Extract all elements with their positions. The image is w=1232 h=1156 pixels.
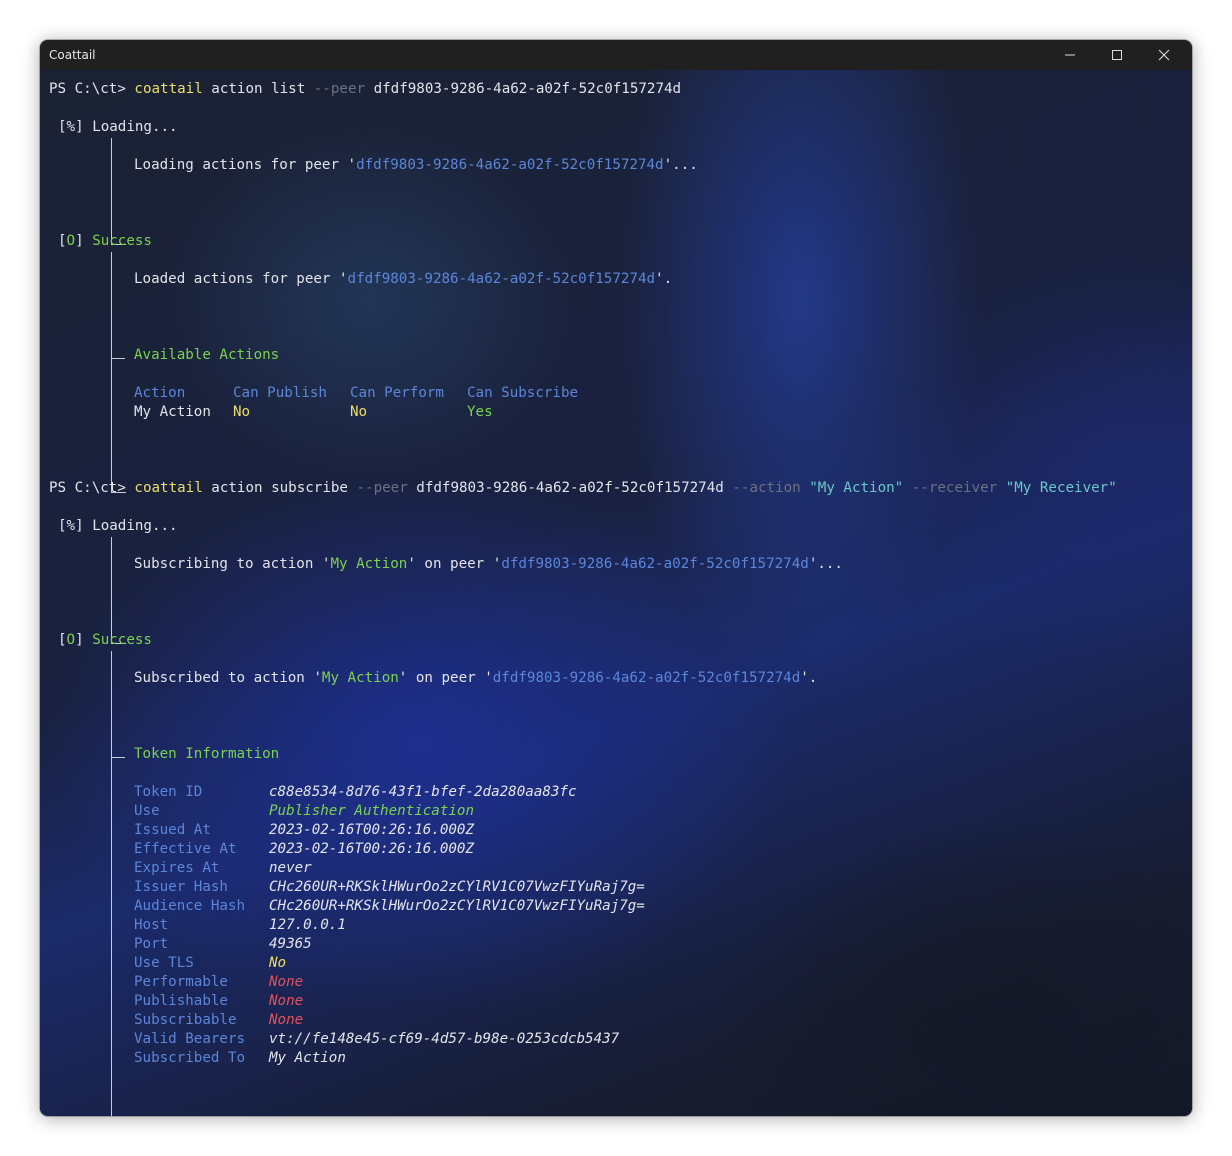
token-value: None — [269, 1012, 304, 1028]
maximize-button[interactable] — [1094, 40, 1140, 70]
token-key: Use TLS — [134, 955, 194, 971]
token-key: Issuer Hash — [134, 879, 228, 895]
success-status-line: [O] Success — [58, 632, 152, 648]
token-key: Publishable — [134, 993, 228, 1009]
token-key: Audience Hash — [134, 898, 246, 914]
section-title: Available Actions — [134, 347, 280, 363]
status-text: Loading... — [92, 119, 178, 135]
loading-icon: % — [66, 119, 76, 135]
loading-status-line: [%] Loading... — [58, 518, 178, 534]
peer-id-arg: dfdf9803-9286-4a62-a02f-52c0f157274d — [365, 81, 682, 97]
token-value: 2023-02-16T00:26:16.000Z — [269, 822, 474, 838]
block-frame — [111, 537, 126, 644]
prompt: PS C:\ct> — [49, 81, 135, 97]
loading-message: Loading actions for peer 'dfdf9803-9286-… — [134, 157, 698, 173]
window-title: Coattail — [49, 48, 96, 62]
token-value: never — [269, 860, 312, 876]
token-value: CHc260UR+RKSklHWurOo2zCYlRV1C07VwzFIYuRa… — [269, 898, 645, 914]
token-value: 127.0.0.1 — [269, 917, 346, 933]
token-key: Valid Bearers — [134, 1031, 246, 1047]
token-key: Token ID — [134, 784, 203, 800]
flag-action: --action — [732, 480, 801, 496]
close-button[interactable] — [1141, 40, 1187, 70]
status-text: Success — [92, 632, 152, 648]
close-icon — [1158, 49, 1170, 61]
token-value: c88e8534-8d76-43f1-bfef-2da280aa83fc — [269, 784, 577, 800]
success-icon: O — [66, 632, 76, 648]
success-status-line: [O] Success — [58, 233, 152, 249]
terminal-window: Coattail PS C:\ct> coattail action list … — [40, 40, 1192, 1116]
table-cell: Yes — [467, 404, 493, 420]
maximize-icon — [1112, 50, 1122, 60]
block-frame — [111, 138, 126, 245]
table-header: Can Subscribe — [467, 385, 579, 401]
section-divider — [111, 757, 125, 758]
token-key: Subscribable — [134, 1012, 237, 1028]
receiver-arg: "My Receiver" — [997, 480, 1117, 496]
peer-id: dfdf9803-9286-4a62-a02f-52c0f157274d — [356, 157, 664, 173]
title-bar[interactable]: Coattail — [40, 40, 1192, 70]
token-value: 2023-02-16T00:26:16.000Z — [269, 841, 474, 857]
action-name: My Action — [330, 556, 408, 572]
table-cell: My Action — [134, 404, 211, 420]
token-key: Port — [134, 936, 169, 952]
section-title: Token Information — [134, 746, 280, 762]
flag-receiver: --receiver — [911, 480, 998, 496]
prompt: PS C:\ct> — [49, 480, 135, 496]
table-cell: No — [350, 404, 368, 420]
command-args: action list — [202, 81, 314, 97]
loading-icon: % — [66, 518, 76, 534]
token-key: Effective At — [134, 841, 237, 857]
subscribed-message: Subscribed to action 'My Action' on peer… — [134, 670, 818, 686]
table-cell: No — [233, 404, 251, 420]
peer-id: dfdf9803-9286-4a62-a02f-52c0f157274d — [492, 670, 801, 686]
table-header: Can Publish — [233, 385, 327, 401]
token-value: 49365 — [269, 936, 312, 952]
peer-id-arg: dfdf9803-9286-4a62-a02f-52c0f157274d — [407, 480, 733, 496]
subscribing-message: Subscribing to action 'My Action' on pee… — [134, 556, 843, 572]
command-line-2: PS C:\ct> coattail action subscribe --pe… — [49, 479, 1117, 498]
token-value: None — [269, 974, 304, 990]
section-divider — [111, 358, 125, 359]
token-key: Host — [134, 917, 169, 933]
status-text: Success — [92, 233, 152, 249]
table-header: Can Perform — [350, 385, 444, 401]
table-header: Action — [134, 385, 186, 401]
block-frame — [111, 651, 126, 1116]
command-program: coattail — [134, 480, 203, 496]
success-icon: O — [66, 233, 76, 249]
terminal-output[interactable]: PS C:\ct> coattail action list --peer df… — [40, 70, 1192, 1116]
minimize-icon — [1065, 54, 1075, 56]
token-key: Subscribed To — [134, 1050, 246, 1066]
peer-id: dfdf9803-9286-4a62-a02f-52c0f157274d — [347, 271, 656, 287]
token-key: Issued At — [134, 822, 211, 838]
token-value: CHc260UR+RKSklHWurOo2zCYlRV1C07VwzFIYuRa… — [269, 879, 645, 895]
success-message: Loaded actions for peer 'dfdf9803-9286-4… — [134, 271, 673, 287]
action-name: My Action — [321, 670, 399, 686]
command-line-1: PS C:\ct> coattail action list --peer df… — [49, 80, 681, 99]
block-frame — [111, 252, 126, 493]
peer-id: dfdf9803-9286-4a62-a02f-52c0f157274d — [501, 556, 809, 572]
action-arg: "My Action" — [800, 480, 912, 496]
token-value: No — [269, 955, 287, 971]
token-value: vt://fe148e45-cf69-4d57-b98e-0253cdcb543… — [269, 1031, 620, 1047]
flag-peer: --peer — [313, 81, 366, 97]
token-key: Expires At — [134, 860, 220, 876]
token-key: Performable — [134, 974, 228, 990]
token-value: None — [269, 993, 304, 1009]
token-key: Use — [134, 803, 160, 819]
token-value: My Action — [269, 1050, 346, 1066]
status-text: Loading... — [92, 518, 178, 534]
flag-peer: --peer — [356, 480, 408, 496]
command-program: coattail — [134, 81, 203, 97]
minimize-button[interactable] — [1047, 40, 1093, 70]
command-args: action subscribe — [202, 480, 357, 496]
loading-status-line: [%] Loading... — [58, 119, 178, 135]
token-value: Publisher Authentication — [269, 803, 474, 819]
